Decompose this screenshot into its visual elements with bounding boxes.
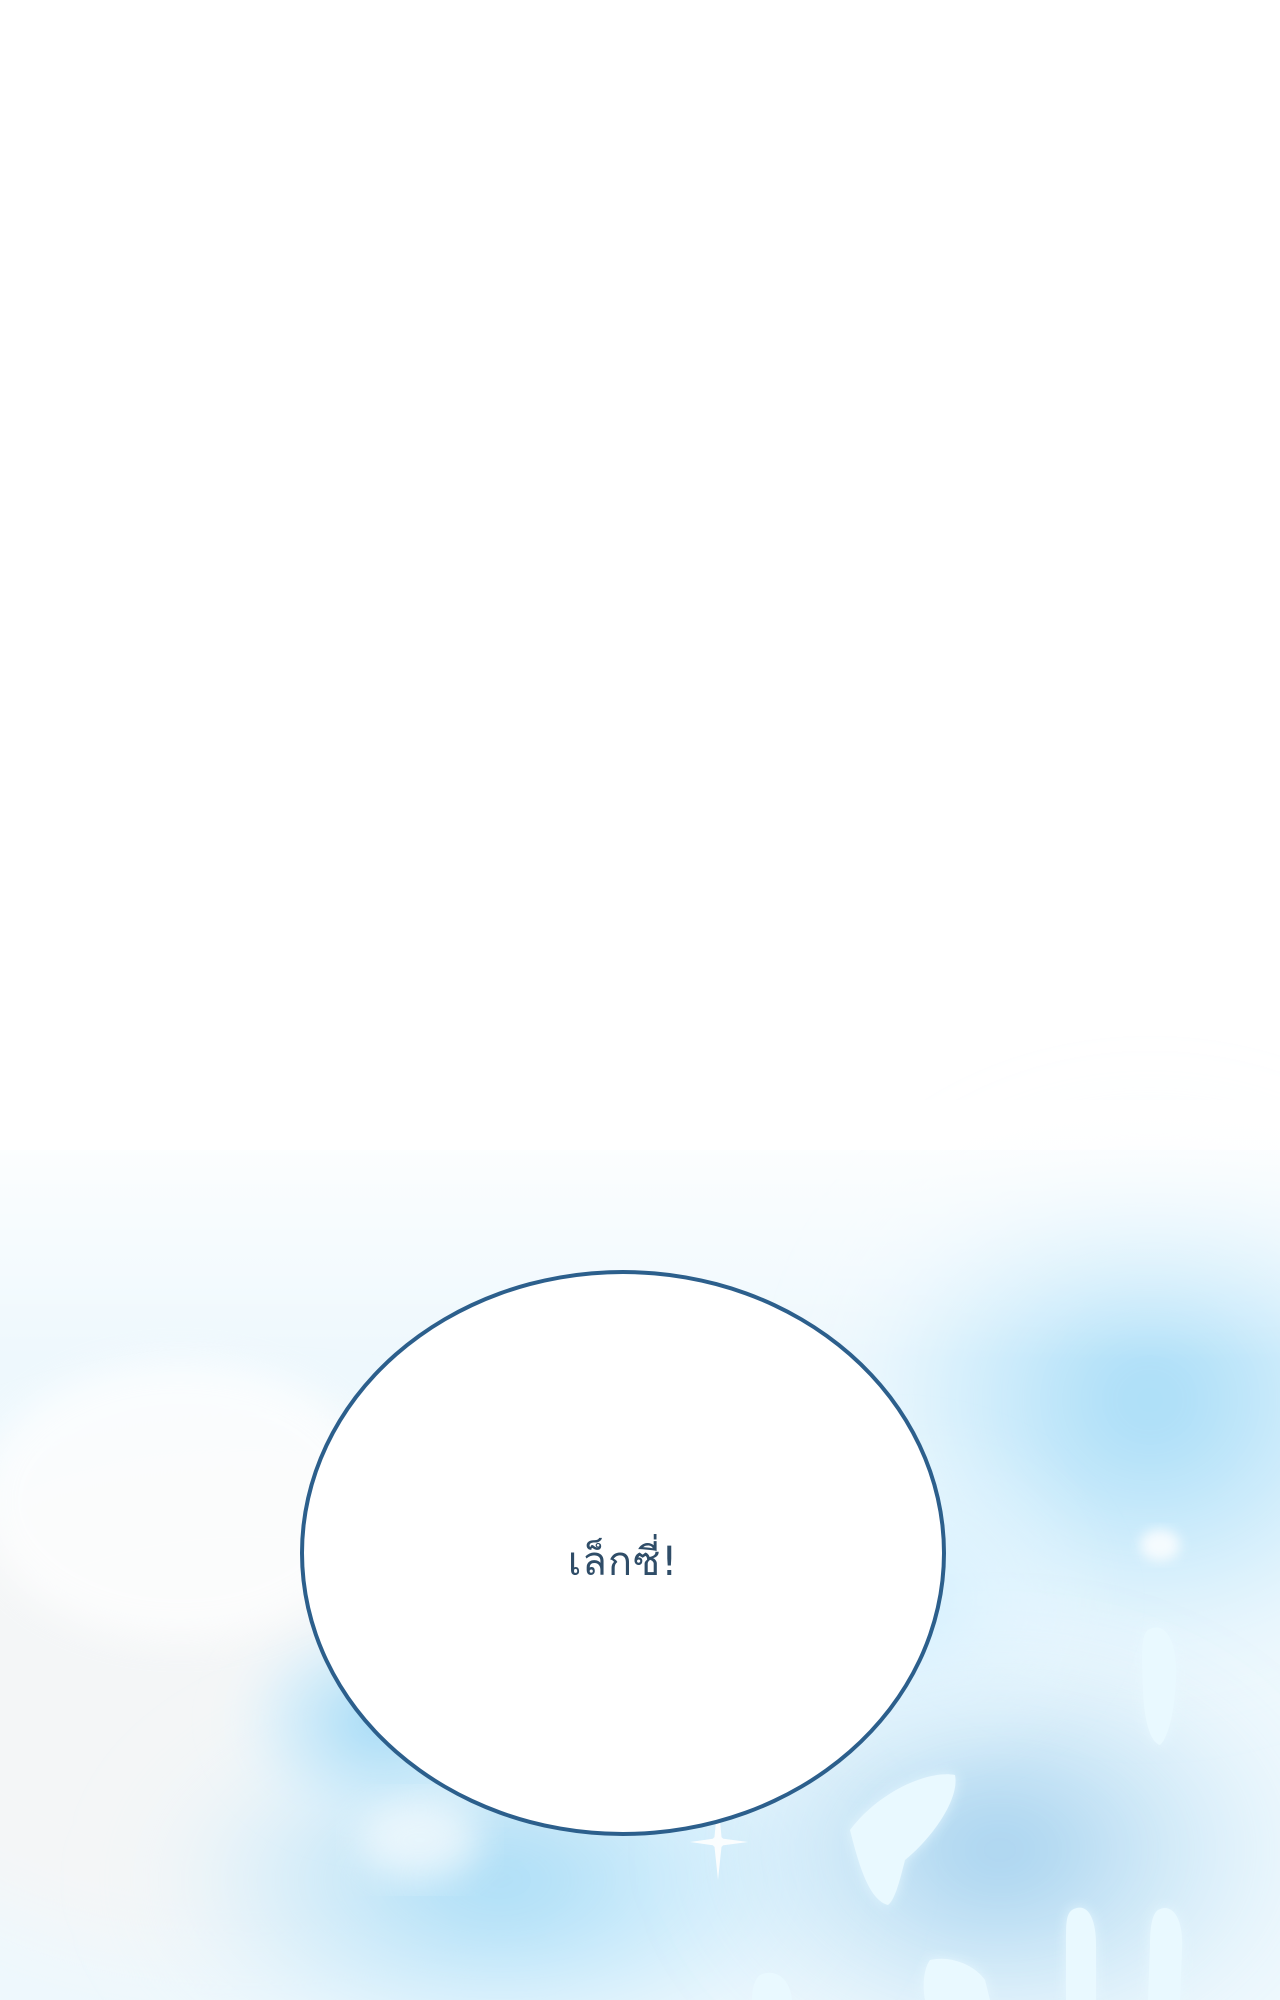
comic-panel: เล็กซี่! (0, 0, 1280, 2000)
speech-bubble-text: เล็กซี่! (567, 1539, 679, 1585)
speech-bubble: เล็กซี่! (300, 1270, 946, 1836)
